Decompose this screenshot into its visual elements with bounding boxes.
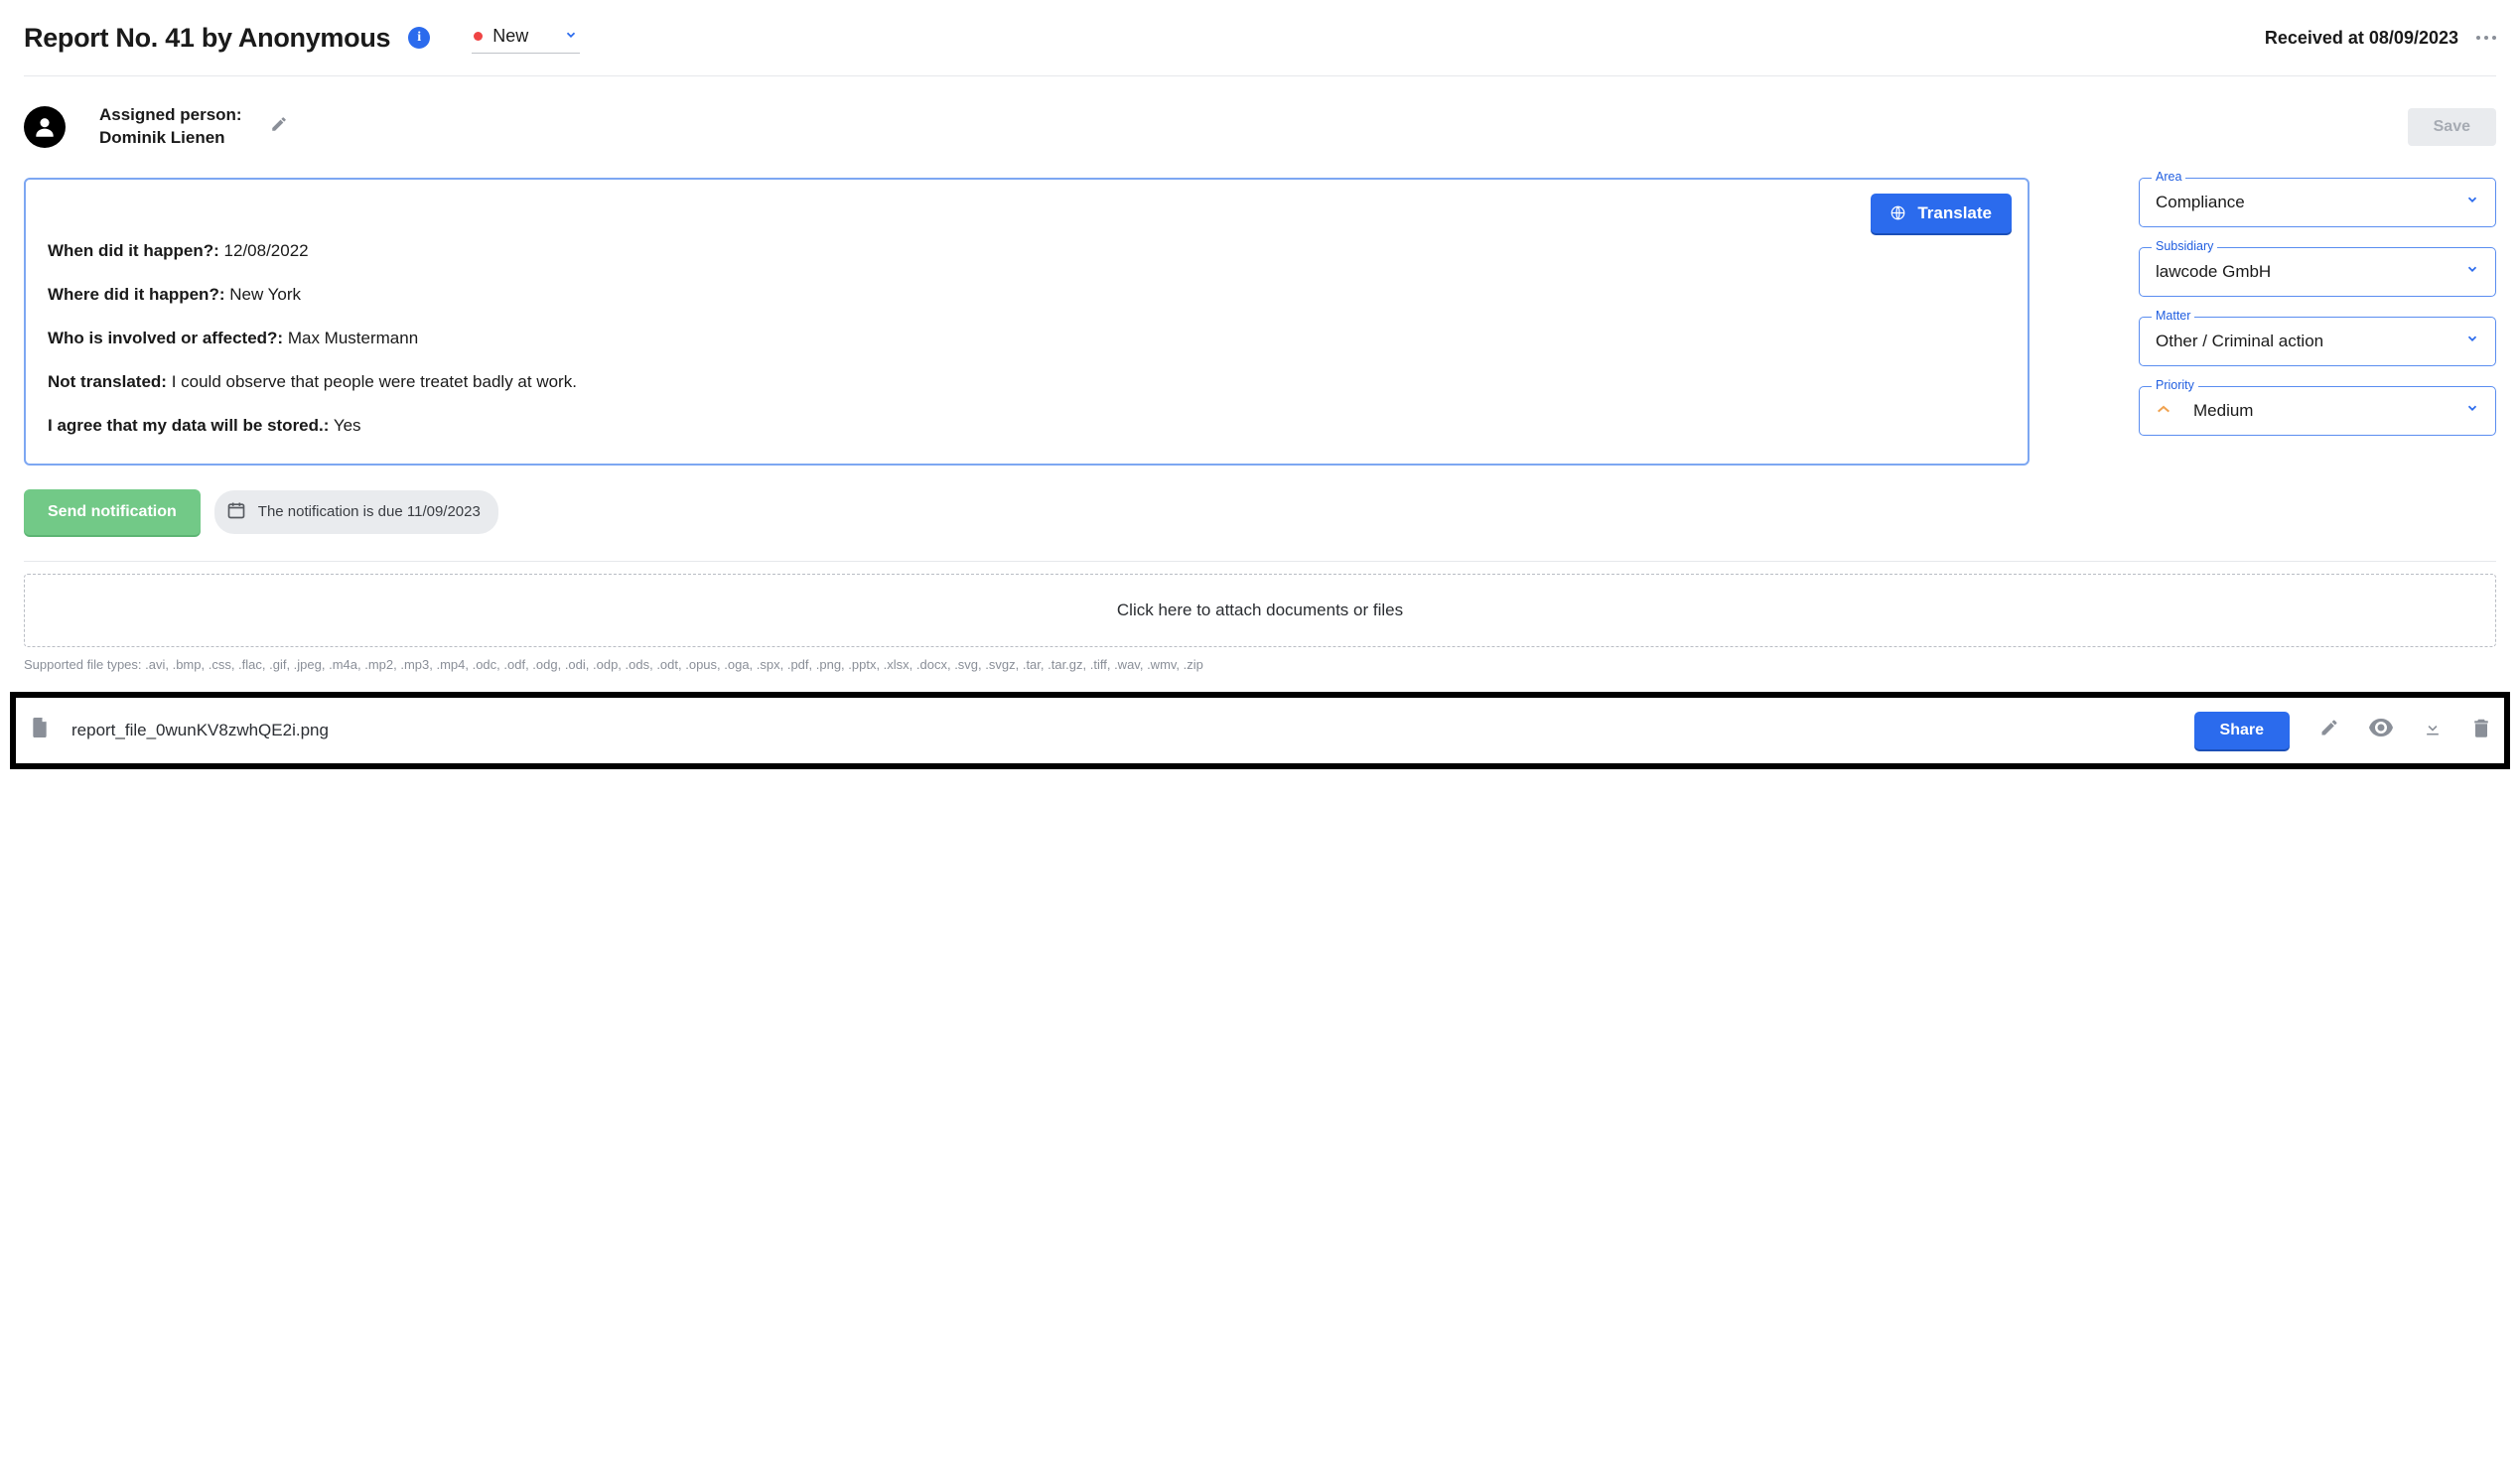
chevron-down-icon — [2465, 401, 2479, 420]
globe-icon — [1890, 205, 1905, 220]
notification-due-text: The notification is due 11/09/2023 — [258, 503, 481, 520]
send-notification-button[interactable]: Send notification — [24, 489, 201, 535]
translate-button-label: Translate — [1917, 203, 1992, 223]
calendar-icon — [226, 500, 246, 524]
attachment-actions: Share — [2194, 712, 2490, 749]
right-column: Area Compliance Subsidiary lawcode GmbH … — [2139, 178, 2496, 466]
area-value: Compliance — [2156, 193, 2245, 212]
subsidiary-value: lawcode GmbH — [2156, 262, 2271, 282]
status-dot-icon — [474, 32, 483, 41]
more-horizontal-icon[interactable] — [2476, 36, 2496, 40]
assignee-text: Assigned person: Dominik Lienen — [99, 104, 242, 150]
chevron-down-icon — [2465, 332, 2479, 350]
person-icon — [32, 114, 58, 140]
matter-select[interactable]: Matter Other / Criminal action — [2139, 317, 2496, 366]
download-icon — [2423, 718, 2443, 737]
trash-icon — [2472, 718, 2490, 737]
preview-attachment-button[interactable] — [2369, 719, 2393, 741]
status-label: New — [492, 26, 528, 47]
share-button[interactable]: Share — [2194, 712, 2290, 749]
area-select[interactable]: Area Compliance — [2139, 178, 2496, 227]
avatar — [24, 106, 66, 148]
pencil-icon — [270, 115, 288, 133]
delete-attachment-button[interactable] — [2472, 718, 2490, 742]
eye-icon — [2369, 719, 2393, 736]
field-when: When did it happen?: 12/08/2022 — [48, 241, 2006, 261]
chevron-down-icon — [2465, 262, 2479, 281]
edit-assignee-button[interactable] — [270, 115, 288, 138]
chevron-down-icon — [564, 26, 578, 47]
field-who: Who is involved or affected?: Max Muster… — [48, 329, 2006, 348]
left-column: Translate When did it happen?: 12/08/202… — [24, 178, 2030, 466]
assignee-row: Assigned person: Dominik Lienen Save — [0, 76, 2520, 178]
rename-attachment-button[interactable] — [2319, 718, 2339, 742]
pencil-icon — [2319, 718, 2339, 737]
supported-filetypes: Supported file types: .avi, .bmp, .css, … — [24, 657, 2496, 672]
subsidiary-select[interactable]: Subsidiary lawcode GmbH — [2139, 247, 2496, 297]
header-bar: Report No. 41 by Anonymous i New Receive… — [0, 0, 2520, 75]
field-where: Where did it happen?: New York — [48, 285, 2006, 305]
save-button[interactable]: Save — [2408, 108, 2496, 146]
matter-value: Other / Criminal action — [2156, 332, 2323, 351]
report-content-panel: Translate When did it happen?: 12/08/202… — [24, 178, 2030, 466]
priority-medium-icon — [2156, 402, 2171, 420]
download-attachment-button[interactable] — [2423, 718, 2443, 742]
chevron-down-icon — [2465, 193, 2479, 211]
priority-select[interactable]: Priority Medium — [2139, 386, 2496, 436]
field-nottranslated: Not translated: I could observe that peo… — [48, 372, 2006, 392]
main: Translate When did it happen?: 12/08/202… — [0, 178, 2520, 466]
status-select[interactable]: New — [472, 22, 580, 54]
divider — [24, 561, 2496, 562]
notification-due-pill: The notification is due 11/09/2023 — [214, 490, 498, 534]
info-icon[interactable]: i — [408, 27, 430, 49]
attachment-row: report_file_0wunKV8zwhQE2i.png Share — [10, 692, 2510, 769]
translate-button[interactable]: Translate — [1871, 194, 2012, 233]
assignee-name: Dominik Lienen — [99, 127, 242, 150]
field-consent: I agree that my data will be stored.: Ye… — [48, 416, 2006, 436]
file-dropzone[interactable]: Click here to attach documents or files — [24, 574, 2496, 647]
file-icon — [30, 716, 50, 744]
priority-value: Medium — [2193, 401, 2253, 421]
notification-row: Send notification The notification is du… — [0, 466, 2520, 561]
attachment-filename: report_file_0wunKV8zwhQE2i.png — [71, 721, 329, 740]
page-title: Report No. 41 by Anonymous — [24, 23, 390, 54]
assignee-label: Assigned person: — [99, 104, 242, 127]
received-at: Received at 08/09/2023 — [2265, 28, 2458, 49]
